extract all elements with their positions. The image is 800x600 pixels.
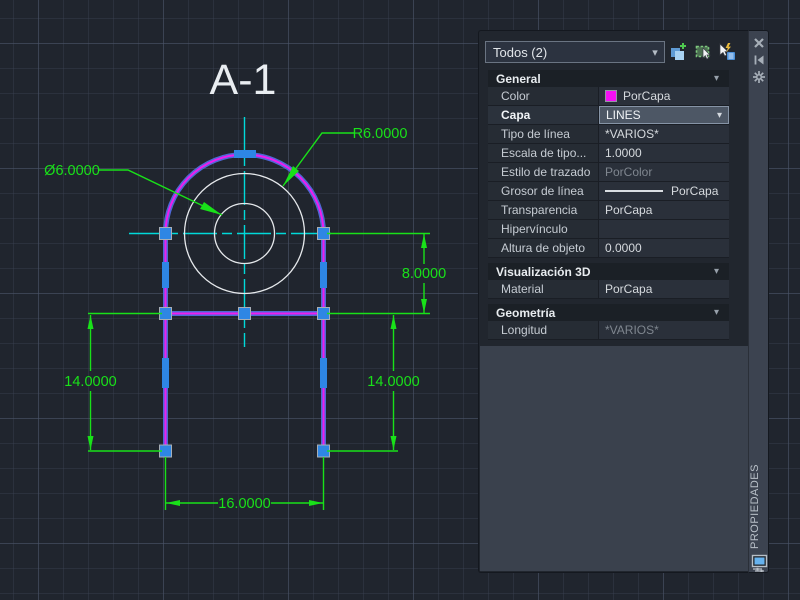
chevron-down-icon[interactable]: ▾ bbox=[714, 266, 719, 277]
section-title: Geometría bbox=[496, 305, 556, 320]
palette-body: Todos (2) ▾ General ▾ Color PorCapa Capa… bbox=[478, 30, 748, 573]
property-value-text: PorCapa bbox=[623, 89, 671, 103]
property-label: Capa bbox=[488, 106, 599, 124]
dim-diameter[interactable]: Ø6.0000 bbox=[44, 163, 100, 179]
chevron-down-icon[interactable]: ▾ bbox=[646, 46, 664, 59]
drawing-title[interactable]: A-1 bbox=[210, 56, 277, 104]
property-value-text: 0.0000 bbox=[605, 241, 642, 255]
dim-radius[interactable]: R6.0000 bbox=[353, 126, 408, 142]
dim-14-right[interactable]: 14.0000 bbox=[367, 374, 419, 390]
dimension-arrows bbox=[87, 166, 427, 506]
property-value[interactable]: *VARIOS* bbox=[599, 321, 729, 339]
property-value[interactable]: 1.0000 bbox=[599, 144, 729, 162]
select-objects-icon[interactable] bbox=[694, 42, 713, 61]
dash-right-upper bbox=[320, 262, 327, 288]
grip-handle[interactable] bbox=[159, 227, 172, 240]
property-value[interactable]: *VARIOS* bbox=[599, 125, 729, 143]
palette-empty-area bbox=[480, 346, 748, 571]
palette-toolbar: Todos (2) ▾ bbox=[479, 31, 748, 70]
dim-8[interactable]: 8.0000 bbox=[402, 266, 446, 282]
property-row: Altura de objeto 0.0000 bbox=[488, 239, 729, 258]
property-row: Longitud *VARIOS* bbox=[488, 321, 729, 340]
properties-palette: Todos (2) ▾ General ▾ Color PorCapa Capa… bbox=[478, 30, 769, 573]
selection-filter-dropdown[interactable]: Todos (2) ▾ bbox=[485, 41, 665, 63]
dash-right-lower bbox=[320, 358, 327, 388]
property-label: Hipervínculo bbox=[488, 220, 599, 238]
palette-sections: General ▾ Color PorCapa Capa LINES ▾ Tipo de lí… bbox=[488, 70, 729, 340]
property-value-text: PorCapa bbox=[671, 184, 719, 198]
property-value-dropdown[interactable]: LINES ▾ bbox=[599, 106, 729, 124]
palette-titlebar: PROPIEDADES bbox=[748, 30, 769, 573]
section-title: Visualización 3D bbox=[496, 264, 591, 279]
property-value-text: PorCapa bbox=[605, 203, 653, 217]
property-label: Material bbox=[488, 280, 599, 298]
property-label: Estilo de trazado bbox=[488, 163, 599, 181]
property-label: Tipo de línea bbox=[488, 125, 599, 143]
property-label: Grosor de línea bbox=[488, 182, 599, 200]
dim-14-left[interactable]: 14.0000 bbox=[64, 374, 116, 390]
chevron-down-icon[interactable]: ▾ bbox=[714, 307, 719, 318]
property-value-text: *VARIOS* bbox=[605, 127, 659, 141]
property-value[interactable]: PorCapa bbox=[599, 87, 729, 105]
property-row: Grosor de línea PorCapa bbox=[488, 182, 729, 201]
toggle-pickadd-icon[interactable] bbox=[717, 42, 736, 61]
property-row: Hipervínculo bbox=[488, 220, 729, 239]
section-header[interactable]: Visualización 3D ▾ bbox=[488, 263, 729, 280]
property-row: Tipo de línea *VARIOS* bbox=[488, 125, 729, 144]
lineweight-preview bbox=[605, 190, 663, 192]
dash-arc-top bbox=[234, 150, 256, 158]
property-label: Color bbox=[488, 87, 599, 105]
property-label: Altura de objeto bbox=[488, 239, 599, 257]
color-swatch[interactable] bbox=[605, 90, 617, 102]
property-value[interactable] bbox=[599, 220, 729, 238]
property-label: Transparencia bbox=[488, 201, 599, 219]
property-value[interactable]: PorCapa bbox=[599, 182, 729, 200]
dash-left-upper bbox=[162, 262, 169, 288]
property-label: Longitud bbox=[488, 321, 599, 339]
dim-16[interactable]: 16.0000 bbox=[218, 496, 270, 512]
property-row: Material PorCapa bbox=[488, 280, 729, 299]
property-value-text: 1.0000 bbox=[605, 146, 642, 160]
chevron-down-icon[interactable]: ▾ bbox=[717, 110, 722, 121]
property-value[interactable]: PorCapa bbox=[599, 280, 729, 298]
property-row: Capa LINES ▾ bbox=[488, 106, 729, 125]
property-row: Transparencia PorCapa bbox=[488, 201, 729, 220]
property-row: Color PorCapa bbox=[488, 87, 729, 106]
auto-hide-icon[interactable] bbox=[752, 53, 766, 67]
property-value-text: PorCapa bbox=[605, 282, 653, 296]
dimensions[interactable] bbox=[88, 132, 430, 510]
settings-icon[interactable] bbox=[752, 70, 766, 84]
section-header[interactable]: Geometría ▾ bbox=[488, 304, 729, 321]
selection-filter-value: Todos (2) bbox=[493, 44, 548, 60]
property-value-text: PorColor bbox=[605, 165, 653, 179]
property-value[interactable]: PorCapa bbox=[599, 201, 729, 219]
display-options-icon[interactable] bbox=[751, 554, 768, 573]
chevron-down-icon[interactable]: ▾ bbox=[714, 73, 719, 84]
close-icon[interactable] bbox=[752, 36, 766, 50]
property-value[interactable]: 0.0000 bbox=[599, 239, 729, 257]
property-row: Estilo de trazado PorColor bbox=[488, 163, 729, 182]
grip-handle[interactable] bbox=[238, 307, 251, 320]
property-row: Escala de tipo... 1.0000 bbox=[488, 144, 729, 163]
property-value-text: *VARIOS* bbox=[605, 323, 659, 337]
property-value-text: LINES bbox=[606, 108, 641, 122]
property-value[interactable]: PorColor bbox=[599, 163, 729, 181]
section-header[interactable]: General ▾ bbox=[488, 70, 729, 87]
section-title: General bbox=[496, 71, 541, 86]
quick-select-icon[interactable] bbox=[669, 42, 688, 61]
dash-left-lower bbox=[162, 358, 169, 388]
palette-title[interactable]: PROPIEDADES bbox=[749, 464, 768, 550]
property-label: Escala de tipo... bbox=[488, 144, 599, 162]
